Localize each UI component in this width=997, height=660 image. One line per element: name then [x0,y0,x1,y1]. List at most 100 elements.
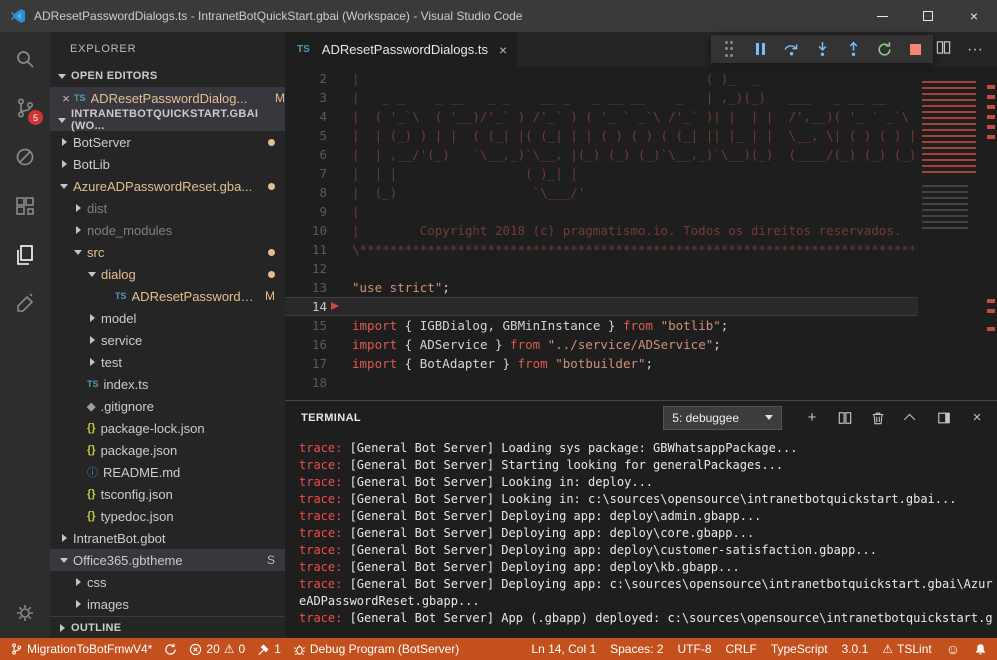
restart-button[interactable] [875,40,893,58]
debug-icon[interactable] [12,144,38,170]
tree-item[interactable]: dist [50,197,285,219]
code-line[interactable]: 11\*************************************… [285,240,997,259]
git-status-badge: S [267,553,275,567]
tree-item[interactable]: BotLib [50,153,285,175]
sync-status[interactable] [164,643,177,656]
tree-item[interactable]: test [50,351,285,373]
code-line[interactable]: 2| ( )_ _ | [285,69,997,88]
split-editor-icon[interactable] [936,40,951,60]
code-line[interactable]: 15import { IGBDialog, GBMinInstance } fr… [285,316,997,335]
notifications-bell-icon[interactable] [974,643,987,656]
edit-icon[interactable] [12,291,38,317]
open-editors-header[interactable]: OPEN EDITORS [50,65,285,87]
explorer-icon[interactable] [12,242,38,268]
tree-item[interactable]: IntranetBot.gbot [50,527,285,549]
git-branch-status[interactable]: MigrationToBotFmwV4* [10,642,152,656]
line-number: 10 [285,221,327,240]
terminal-tab[interactable]: TERMINAL [301,412,361,424]
open-editor-item[interactable]: × TS ADResetPasswordDialog... M [50,87,285,109]
tree-item[interactable]: ⓘREADME.md [50,461,285,483]
tree-item[interactable]: TSADResetPasswordDial...M [50,285,285,307]
tree-item[interactable]: node_modules [50,219,285,241]
tree-item[interactable]: service [50,329,285,351]
terminal-line: trace: [General Bot Server] Starting loo… [299,457,997,474]
tab-adresetpassworddialogs[interactable]: TS ADResetPasswordDialogs.ts × [285,32,517,67]
code-line[interactable]: 12 [285,259,997,278]
kill-terminal-icon[interactable] [870,410,886,426]
tree-item[interactable]: images [50,593,285,615]
chevron-expanded-icon [58,178,73,194]
code-line[interactable]: 8| (_) `\___/' | [285,183,997,202]
tree-item[interactable]: AzureADPasswordReset.gba... [50,175,285,197]
extensions-icon[interactable] [12,193,38,219]
split-terminal-icon[interactable] [837,410,853,426]
tasks-status[interactable]: 1 [257,642,281,656]
encoding[interactable]: UTF-8 [678,642,712,656]
stop-button[interactable] [906,40,924,58]
problems-status[interactable]: 20 ⚠ 0 [189,642,245,656]
tree-item[interactable]: Office365.gbthemeS [50,549,285,571]
typescript-version[interactable]: 3.0.1 [842,642,869,656]
terminal-selector[interactable]: 5: debuggee [663,406,782,430]
minimap[interactable] [918,67,984,400]
minimize-button[interactable] [859,0,905,32]
code-line[interactable]: 16import { ADService } from "../service/… [285,335,997,354]
cursor-position[interactable]: Ln 14, Col 1 [531,642,596,656]
tree-item[interactable]: ◆.gitignore [50,395,285,417]
tree-item[interactable]: dialog [50,263,285,285]
step-into-button[interactable] [813,40,831,58]
language-mode[interactable]: TypeScript [771,642,828,656]
code-editor[interactable]: 2| ( )_ _ |3| _ _ _ __ _ _ __ _ _ __ __ … [285,67,997,400]
tree-item[interactable]: {}typedoc.json [50,505,285,527]
code-line[interactable]: 7| | | ( )_| | | [285,164,997,183]
file-tree: BotServerBotLibAzureADPasswordReset.gba.… [50,131,285,616]
eol-sequence[interactable]: CRLF [726,642,757,656]
maximize-button[interactable] [905,0,951,32]
maximize-panel-icon[interactable] [903,410,919,426]
tree-item[interactable]: {}package.json [50,439,285,461]
gear-icon[interactable] [12,600,38,626]
tree-item[interactable]: {}package-lock.json [50,417,285,439]
tree-item[interactable]: src [50,241,285,263]
more-actions-icon[interactable]: ··· [967,41,983,59]
tree-item[interactable]: TSindex.ts [50,373,285,395]
outline-section-header[interactable]: OUTLINE [50,616,285,638]
terminal-output[interactable]: trace: [General Bot Server] Loading sys … [285,434,997,638]
code-line[interactable]: 10| Copyright 2018 (c) pragmatismo.io. T… [285,221,997,240]
step-out-button[interactable] [844,40,862,58]
code-line[interactable]: 6| | ,__/'(_) `\__,_)`\__, |(_) (_) (_)`… [285,145,997,164]
code-line[interactable]: 5| | (_) ) | | ( (_| |( (_| | | ( ) ( ) … [285,126,997,145]
workspace-section-header[interactable]: INTRANETBOTQUICKSTART.GBAI (WO... [50,109,285,131]
indentation[interactable]: Spaces: 2 [610,642,663,656]
drag-handle[interactable] [720,40,738,58]
code-line[interactable]: 14 [285,297,997,316]
close-panel-icon[interactable]: × [969,410,985,426]
code-line[interactable]: 9| | [285,202,997,221]
code-line[interactable]: 13"use strict"; [285,278,997,297]
feedback-smiley-icon[interactable]: ☺ [946,642,960,656]
line-number: 11 [285,240,327,259]
source-control-icon[interactable]: 5 [12,95,38,121]
pause-button[interactable] [751,40,769,58]
code-line[interactable]: 17import { BotAdapter } from "botbuilder… [285,354,997,373]
new-terminal-icon[interactable]: + [804,410,820,426]
line-text: | | (_) ) | | ( (_| |( (_| | | ( ) ( ) (… [327,126,931,145]
search-icon[interactable] [12,46,38,72]
chevron-collapsed-icon [58,134,73,150]
tree-item[interactable]: model [50,307,285,329]
close-tab-icon[interactable]: × [499,42,507,58]
close-editor-icon[interactable]: × [58,91,74,106]
tree-item[interactable]: BotServer [50,131,285,153]
tree-item[interactable]: css [50,571,285,593]
code-line[interactable]: 18 [285,373,997,392]
close-button[interactable]: × [951,0,997,32]
code-line[interactable]: 3| _ _ _ __ _ _ __ _ _ __ __ _ | ,_)(_) … [285,88,997,107]
terminal-panel: TERMINAL 5: debuggee + [285,400,997,638]
tslint-status[interactable]: ⚠TSLint [882,642,931,656]
overview-ruler[interactable] [984,67,997,400]
step-over-button[interactable] [782,40,800,58]
toggle-panel-icon[interactable] [936,410,952,426]
tree-item[interactable]: {}tsconfig.json [50,483,285,505]
code-line[interactable]: 4| ( '_`\ ( '__)/'_` ) /'_` ) ( '_ ` _`\… [285,107,997,126]
debug-status[interactable]: Debug Program (BotServer) [293,642,459,656]
